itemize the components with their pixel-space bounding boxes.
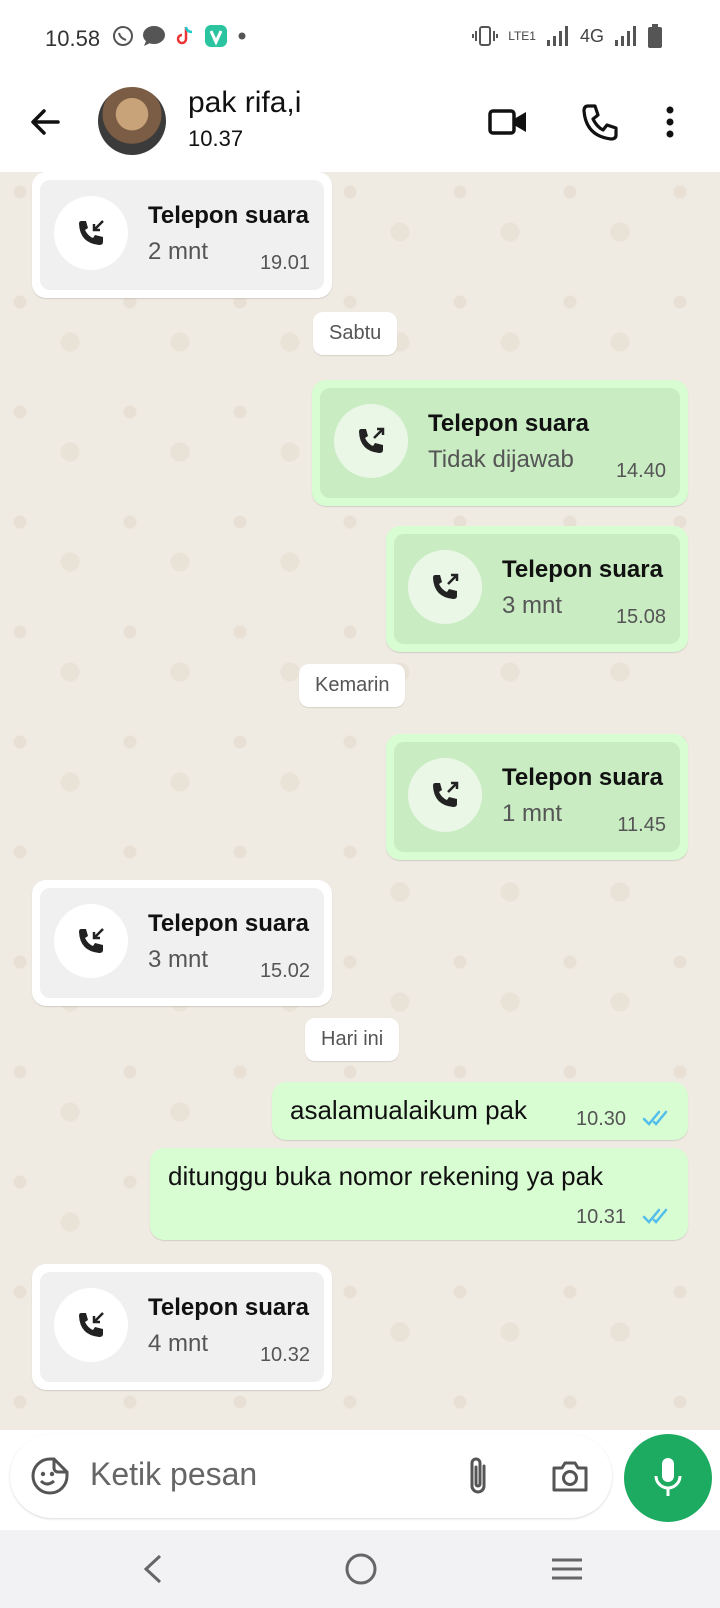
message-text: asalamualaikum pak <box>290 1095 528 1125</box>
call-card[interactable]: Telepon suara 4 mnt 10.32 <box>40 1272 324 1382</box>
read-ticks-icon <box>642 1208 668 1224</box>
signal-icon-2 <box>615 26 636 46</box>
network-label: 4G <box>579 25 604 46</box>
volte-label: LTE1 <box>508 29 536 43</box>
call-duration: 2 mnt <box>148 238 209 265</box>
contact-avatar[interactable] <box>98 87 166 155</box>
call-title: Telepon suara <box>148 202 309 229</box>
call-time: 19.01 <box>259 252 310 274</box>
incoming-call-icon <box>79 1312 104 1337</box>
outgoing-text-bubble[interactable]: asalamualaikum pak 10.30 <box>272 1082 688 1140</box>
status-time: 10.58 <box>45 26 101 51</box>
app-v-icon <box>205 25 227 47</box>
tiktok-icon <box>176 26 193 45</box>
outgoing-call-bubble[interactable]: Telepon suara 1 mnt 11.45 <box>386 734 688 860</box>
date-chip: Kemarin <box>299 664 406 707</box>
outgoing-call-icon <box>359 427 385 453</box>
call-card[interactable]: Telepon suara 3 mnt 15.08 <box>394 534 680 644</box>
contact-name[interactable]: pak rifa,i <box>188 86 301 120</box>
incoming-call-bubble[interactable]: Telepon suara 3 mnt 15.02 <box>32 880 332 1006</box>
call-card[interactable]: Telepon suara 1 mnt 11.45 <box>394 742 680 852</box>
nav-back-icon[interactable] <box>138 1552 168 1586</box>
incoming-call-bubble[interactable]: Telepon suara 2 mnt 19.01 <box>32 172 332 298</box>
call-title: Telepon suara <box>502 764 663 791</box>
call-status: Tidak dijawab <box>428 446 574 473</box>
nav-home-icon[interactable] <box>344 1552 378 1586</box>
call-icon-circle <box>408 550 482 624</box>
call-duration: 4 mnt <box>148 1330 209 1357</box>
message-icon <box>143 26 165 46</box>
outgoing-call-bubble[interactable]: Telepon suara Tidak dijawab 14.40 <box>312 380 688 506</box>
date-chip: Sabtu <box>313 312 398 355</box>
outgoing-text-bubble[interactable]: ditunggu buka nomor rekening ya pak 10.3… <box>150 1148 688 1240</box>
message-time: 10.31 <box>576 1206 627 1228</box>
call-duration: 3 mnt <box>148 946 209 973</box>
call-card[interactable]: Telepon suara 2 mnt 19.01 <box>40 180 324 290</box>
incoming-call-bubble[interactable]: Telepon suara 4 mnt 10.32 <box>32 1264 332 1390</box>
video-call-icon[interactable] <box>486 100 530 144</box>
whatsapp-icon <box>113 26 133 46</box>
call-time: 15.02 <box>259 960 310 982</box>
microphone-icon <box>654 1458 682 1496</box>
dot-icon <box>238 32 246 40</box>
contact-last-seen: 10.37 <box>188 126 244 151</box>
signal-icon <box>546 26 568 46</box>
sticker-emoji-icon[interactable] <box>30 1456 70 1496</box>
back-arrow-icon[interactable] <box>26 102 66 142</box>
call-icon-circle <box>54 1288 128 1362</box>
camera-icon[interactable] <box>550 1456 590 1496</box>
vibrate-icon <box>472 26 499 46</box>
incoming-call-icon <box>79 928 104 953</box>
call-time: 11.45 <box>617 814 666 836</box>
call-title: Telepon suara <box>502 556 663 583</box>
read-ticks-icon <box>642 1110 668 1126</box>
call-card[interactable]: Telepon suara Tidak dijawab 14.40 <box>320 388 680 498</box>
call-title: Telepon suara <box>148 910 309 937</box>
system-status-icons: LTE1 4G <box>472 24 662 48</box>
battery-icon <box>648 24 662 48</box>
call-icon-circle <box>334 404 408 478</box>
call-title: Telepon suara <box>148 1294 309 1321</box>
message-time: 10.30 <box>576 1108 627 1130</box>
voice-call-icon[interactable] <box>578 100 622 144</box>
call-icon-circle <box>408 758 482 832</box>
outgoing-call-bubble[interactable]: Telepon suara 3 mnt 15.08 <box>386 526 688 652</box>
call-duration: 1 mnt <box>502 800 563 827</box>
outgoing-call-icon <box>433 573 459 599</box>
call-time: 10.32 <box>259 1344 310 1366</box>
call-icon-circle <box>54 196 128 270</box>
chat-header: pak rifa,i 10.37 <box>0 80 720 172</box>
call-time: 14.40 <box>615 460 666 482</box>
call-card[interactable]: Telepon suara 3 mnt 15.02 <box>40 888 324 998</box>
date-chip: Hari ini <box>305 1018 400 1061</box>
voice-record-button[interactable] <box>624 1434 712 1522</box>
attach-paperclip-icon[interactable] <box>462 1454 494 1498</box>
more-options-icon[interactable] <box>658 100 682 144</box>
call-duration: 3 mnt <box>502 592 563 619</box>
chat-area[interactable]: Telepon suara 2 mnt 19.01 Sabtu Telepon … <box>0 172 720 1430</box>
status-bar: 10.58 LTE1 4G <box>0 0 720 80</box>
message-text: ditunggu buka nomor rekening ya pak <box>168 1161 604 1191</box>
system-navigation-bar <box>0 1530 720 1608</box>
nav-recents-icon[interactable] <box>550 1552 584 1586</box>
call-icon-circle <box>54 904 128 978</box>
notification-icons <box>112 24 248 48</box>
call-title: Telepon suara <box>428 410 589 437</box>
message-input-placeholder[interactable]: Ketik pesan <box>90 1456 257 1493</box>
outgoing-call-icon <box>433 781 459 807</box>
message-input-bar[interactable]: Ketik pesan <box>10 1434 612 1518</box>
call-time: 15.08 <box>615 606 666 628</box>
incoming-call-icon <box>79 220 104 245</box>
